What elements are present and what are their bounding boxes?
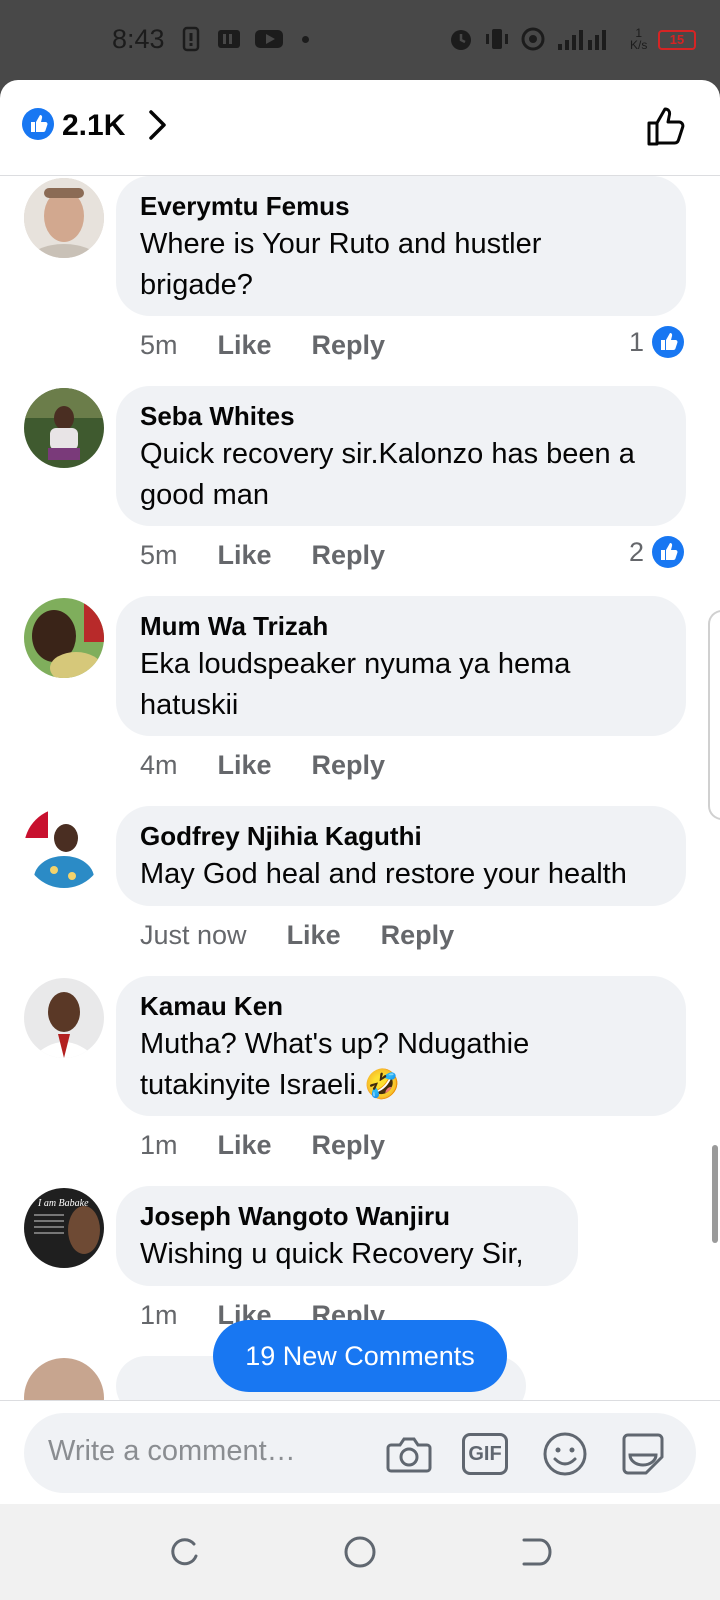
comment-bubble[interactable]: Seba Whites Quick recovery sir.Kalonzo h… bbox=[116, 386, 686, 526]
gif-label: GIF bbox=[462, 1433, 508, 1475]
avatar[interactable] bbox=[24, 808, 104, 888]
comment-time: 5m bbox=[140, 330, 178, 360]
avatar[interactable] bbox=[24, 598, 104, 678]
comment-author[interactable]: Everymtu Femus bbox=[140, 190, 662, 222]
speed-unit: K/s bbox=[630, 38, 648, 52]
reply-button[interactable]: Reply bbox=[312, 330, 386, 361]
reactions-header: 2.1K bbox=[0, 80, 720, 176]
battery-indicator: 15 bbox=[658, 30, 696, 50]
comment-bubble[interactable]: Mum Wa Trizah Eka loudspeaker nyuma ya h… bbox=[116, 596, 686, 736]
comment-author[interactable]: Seba Whites bbox=[140, 400, 662, 432]
avatar[interactable] bbox=[24, 978, 104, 1058]
vibrate-icon bbox=[486, 29, 508, 49]
comment-text: Wishing u quick Recovery Sir, bbox=[140, 1238, 524, 1270]
comment-text: Eka loudspeaker nyuma ya hema hatuskii bbox=[140, 648, 571, 721]
notification-icon bbox=[182, 26, 200, 52]
comment-time: 5m bbox=[140, 540, 178, 570]
comment-text: Where is Your Ruto and hustler brigade? bbox=[140, 228, 542, 301]
comment-author[interactable]: Kamau Ken bbox=[140, 990, 662, 1022]
comment-bubble[interactable]: Joseph Wangoto Wanjiru Wishing u quick R… bbox=[116, 1186, 578, 1286]
avatar[interactable]: I am Babake bbox=[24, 1188, 104, 1268]
like-button[interactable]: Like bbox=[218, 750, 272, 781]
rolling-laughing-emoji: 🤣 bbox=[364, 1069, 401, 1101]
comment-actions: Just now Like Reply bbox=[140, 920, 454, 951]
like-button[interactable]: Like bbox=[287, 920, 341, 951]
comment-time: 4m bbox=[140, 750, 178, 780]
reply-button[interactable]: Reply bbox=[312, 750, 386, 781]
comments-list: Everymtu Femus Where is Your Ruto and hu… bbox=[0, 176, 720, 1480]
like-reaction-icon bbox=[652, 326, 684, 358]
like-button[interactable]: Like bbox=[218, 330, 272, 361]
comment-text: Quick recovery sir.Kalonzo has been a go… bbox=[140, 438, 635, 511]
comment-actions: 4m Like Reply bbox=[140, 750, 385, 781]
sticker-icon[interactable] bbox=[618, 1429, 668, 1479]
like-outline-icon[interactable] bbox=[646, 104, 690, 148]
comment-bubble[interactable]: Kamau Ken Mutha? What's up? Ndugathie tu… bbox=[116, 976, 686, 1116]
avatar[interactable] bbox=[24, 388, 104, 468]
side-panel-handle[interactable] bbox=[708, 610, 720, 820]
like-reaction-icon[interactable] bbox=[22, 108, 54, 140]
gif-icon[interactable]: GIF bbox=[462, 1429, 512, 1479]
home-icon[interactable] bbox=[342, 1534, 378, 1570]
news-app-icon bbox=[218, 30, 240, 48]
comment-time: Just now bbox=[140, 920, 247, 950]
more-notifications-dot bbox=[302, 35, 309, 43]
alarm-icon bbox=[451, 30, 471, 50]
comment-text: Mutha? What's up? Ndugathie tutakinyite … bbox=[140, 1024, 662, 1106]
signal-icon bbox=[558, 30, 606, 50]
comment-time: 1m bbox=[140, 1130, 178, 1160]
hotspot-icon bbox=[521, 27, 545, 51]
comment-time: 1m bbox=[140, 1300, 178, 1330]
like-reaction-icon bbox=[652, 536, 684, 568]
status-right-icons: 1 K/s bbox=[448, 26, 647, 52]
new-comments-button[interactable]: 19 New Comments bbox=[213, 1320, 507, 1392]
comment-text-body: Mutha? What's up? Ndugathie tutakinyite … bbox=[140, 1028, 530, 1101]
comment-placeholder: Write a comment… bbox=[48, 1435, 296, 1467]
status-bar: 8:43 1 K/s 15 bbox=[0, 0, 720, 80]
comment-author[interactable]: Joseph Wangoto Wanjiru bbox=[140, 1200, 554, 1232]
recent-apps-icon[interactable] bbox=[166, 1534, 202, 1570]
like-count: 1 bbox=[628, 326, 644, 357]
like-button[interactable]: Like bbox=[218, 1130, 272, 1161]
like-count: 2 bbox=[628, 536, 644, 567]
speed-indicator: 1 K/s bbox=[630, 27, 647, 51]
comment-bubble[interactable]: Godfrey Njihia Kaguthi May God heal and … bbox=[116, 806, 686, 906]
camera-icon[interactable] bbox=[384, 1429, 434, 1479]
comment-text: May God heal and restore your health bbox=[140, 858, 627, 890]
comment-author[interactable]: Godfrey Njihia Kaguthi bbox=[140, 820, 662, 852]
scrollbar-thumb[interactable] bbox=[712, 1145, 718, 1243]
reply-button[interactable]: Reply bbox=[312, 1130, 386, 1161]
comment-composer: Write a comment… GIF bbox=[0, 1400, 720, 1504]
back-icon[interactable] bbox=[518, 1534, 554, 1570]
comment-input[interactable]: Write a comment… GIF bbox=[24, 1413, 696, 1493]
status-left-icons bbox=[178, 26, 309, 52]
comments-sheet: 2.1K Everymtu Femus Where is Your Ruto a… bbox=[0, 80, 720, 1504]
reaction-count[interactable]: 2.1K bbox=[62, 109, 125, 143]
comment-actions: 1m Like Reply bbox=[140, 1130, 385, 1161]
comment-actions: 5m Like Reply bbox=[140, 540, 385, 571]
reply-button[interactable]: Reply bbox=[381, 920, 455, 951]
comment-bubble[interactable]: Everymtu Femus Where is Your Ruto and hu… bbox=[116, 176, 686, 316]
like-button[interactable]: Like bbox=[218, 540, 272, 571]
comment-actions: 5m Like Reply bbox=[140, 330, 385, 361]
comment-likes[interactable]: 2 bbox=[629, 536, 684, 568]
comment-author[interactable]: Mum Wa Trizah bbox=[140, 610, 662, 642]
system-nav-bar bbox=[0, 1504, 720, 1600]
comment-likes[interactable]: 1 bbox=[629, 326, 684, 358]
chevron-right-icon[interactable] bbox=[146, 108, 170, 142]
emoji-icon[interactable] bbox=[540, 1429, 590, 1479]
youtube-icon bbox=[255, 30, 283, 48]
avatar[interactable] bbox=[24, 178, 104, 258]
reply-button[interactable]: Reply bbox=[312, 540, 386, 571]
status-time: 8:43 bbox=[112, 24, 165, 54]
